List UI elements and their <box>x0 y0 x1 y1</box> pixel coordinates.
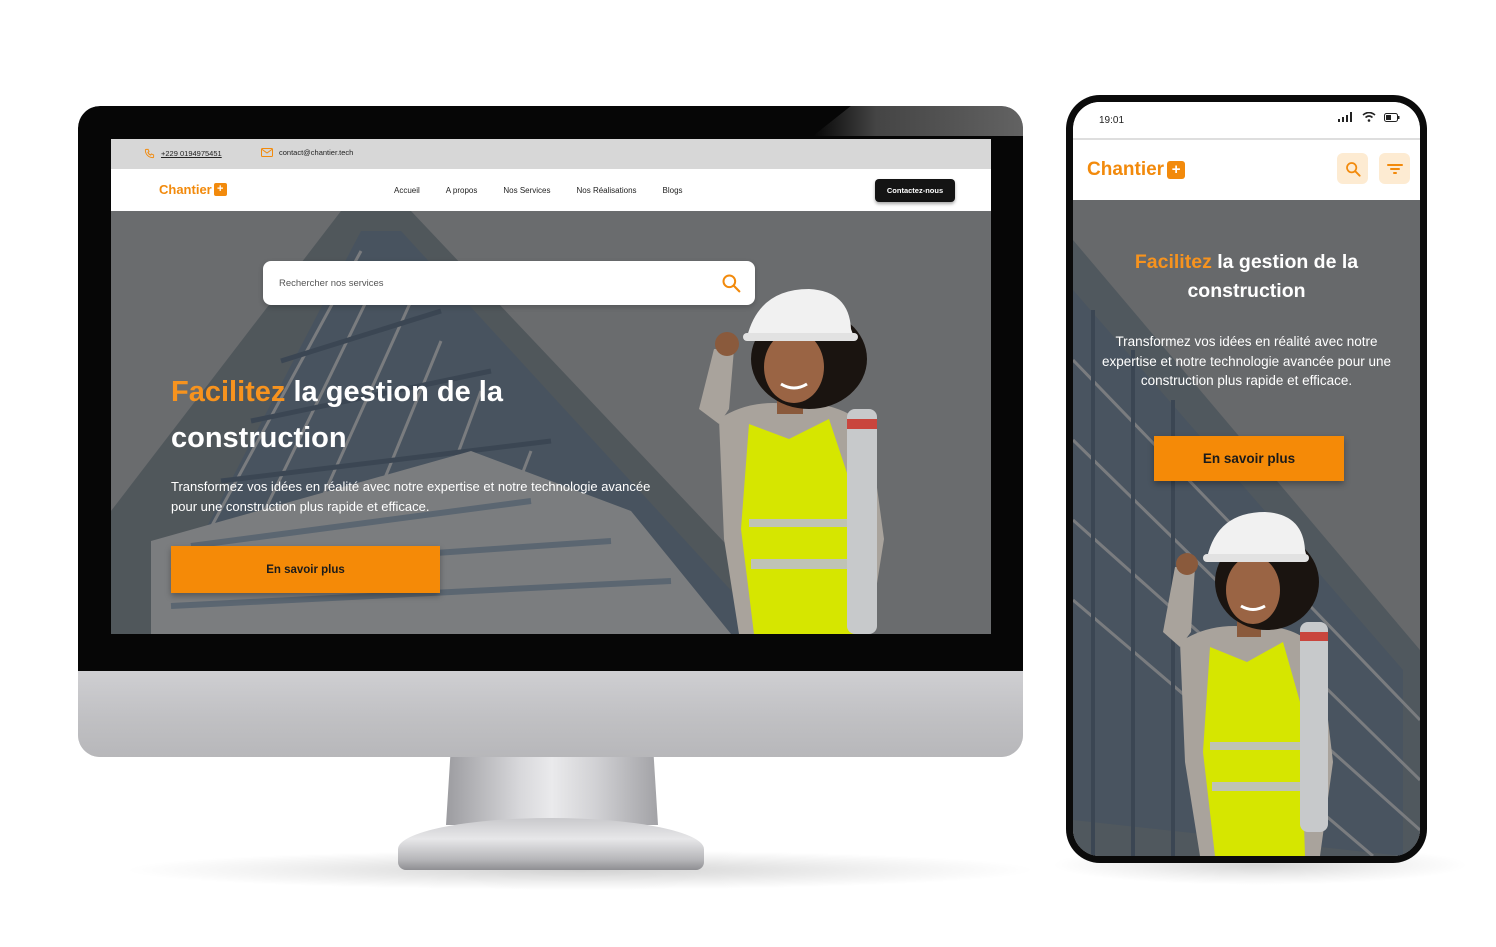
construction-worker-image <box>699 289 884 634</box>
headline-line1: la gestion de la <box>285 376 503 408</box>
mobile-headline-accent: Facilitez <box>1134 251 1212 273</box>
mobile-screen: 19:01 Chantier + Facilitez la gestion de… <box>1073 102 1420 856</box>
status-icons <box>1338 112 1400 122</box>
menu-item-nos-services[interactable]: Nos Services <box>503 186 550 195</box>
headline-accent: Facilitez <box>171 376 286 408</box>
brand-logo-text: Chantier <box>159 182 212 197</box>
mobile-learn-more-button[interactable]: En savoir plus <box>1154 436 1344 481</box>
monitor-gloss <box>813 106 1023 136</box>
brand-plus-icon: + <box>213 183 227 196</box>
signal-icon <box>1338 112 1352 122</box>
topbar-phone-text: +229 0194975451 <box>161 149 222 158</box>
mobile-hero: Facilitez la gestion de la construction … <box>1073 200 1420 856</box>
mobile-brand-logo[interactable]: Chantier + <box>1087 159 1186 181</box>
wifi-icon <box>1362 112 1376 122</box>
mobile-construction-worker-image <box>1163 512 1333 856</box>
headline-line2: construction <box>171 422 347 454</box>
filter-icon <box>1386 163 1403 174</box>
mobile-hero-headline: Facilitez la gestion de la construction <box>1073 248 1420 306</box>
mobile-hero-subtitle: Transformez vos idées en réalité avec no… <box>1102 334 1391 388</box>
search-icon <box>1345 161 1361 177</box>
mockup-stage: +229 0194975451 contact@chantier.tech Ch… <box>0 0 1496 947</box>
mobile-navbar: Chantier + <box>1073 140 1420 200</box>
menu-item-accueil[interactable]: Accueil <box>394 186 420 195</box>
phone-icon <box>144 148 155 159</box>
topbar-email[interactable]: contact@chantier.tech <box>261 148 353 157</box>
hero-subtitle: Transformez vos idées en réalité avec no… <box>171 479 651 514</box>
contact-topbar: +229 0194975451 contact@chantier.tech <box>111 139 991 169</box>
menu-item-nos-realisations[interactable]: Nos Réalisations <box>577 186 637 195</box>
menu-item-a-propos[interactable]: A propos <box>446 186 478 195</box>
mobile-search-button[interactable] <box>1337 153 1368 184</box>
mobile-headline-rest: la gestion de la <box>1211 251 1359 273</box>
menu-item-blogs[interactable]: Blogs <box>663 186 683 195</box>
monitor-chin <box>78 671 1023 757</box>
desktop-navbar: Chantier + Accueil A propos Nos Services… <box>111 169 991 211</box>
brand-logo[interactable]: Chantier + <box>159 182 227 197</box>
monitor-bezel: +229 0194975451 contact@chantier.tech Ch… <box>78 106 1023 671</box>
status-time: 19:01 <box>1099 115 1125 126</box>
desktop-hero: Rechercher nos services Facilitez la ges… <box>111 211 991 634</box>
monitor-stand-neck <box>446 757 658 825</box>
mail-icon <box>261 148 273 157</box>
topbar-email-text: contact@chantier.tech <box>279 148 354 157</box>
search-input[interactable]: Rechercher nos services <box>279 278 384 289</box>
contact-button[interactable]: Contactez-nous <box>875 179 955 202</box>
desktop-screen: +229 0194975451 contact@chantier.tech Ch… <box>111 139 991 634</box>
topbar-phone[interactable]: +229 0194975451 <box>144 148 222 159</box>
mobile-brand-plus-icon: + <box>1167 161 1186 179</box>
mobile-filter-button[interactable] <box>1379 153 1410 184</box>
mobile-headline-line2: construction <box>1187 280 1306 302</box>
monitor-stand-base <box>398 818 704 870</box>
battery-icon <box>1384 112 1400 122</box>
hero-headline: Facilitez la gestion de la construction <box>171 369 591 461</box>
learn-more-button[interactable]: En savoir plus <box>171 546 440 593</box>
mobile-brand-logo-text: Chantier <box>1087 159 1165 180</box>
desktop-monitor: +229 0194975451 contact@chantier.tech Ch… <box>78 106 1023 757</box>
main-menu: Accueil A propos Nos Services Nos Réalis… <box>394 186 683 195</box>
status-bar: 19:01 <box>1073 102 1420 140</box>
